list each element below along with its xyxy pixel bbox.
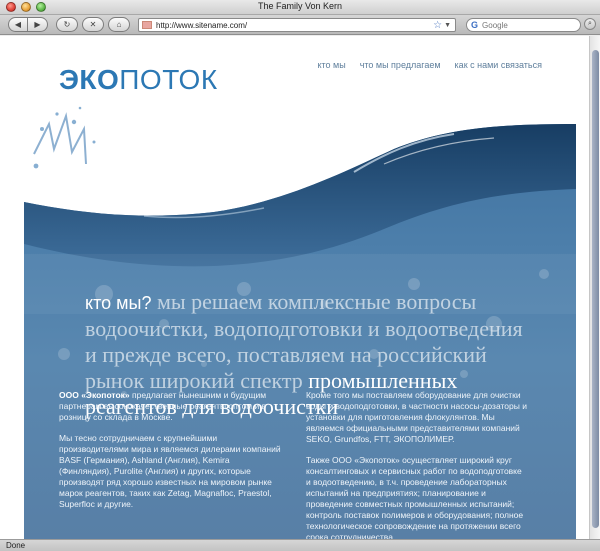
magnifier-icon: ⌕	[588, 20, 592, 27]
address-bar[interactable]: http://www.sitename.com/ ☆ ▼	[138, 18, 456, 32]
search-placeholder[interactable]: Google	[482, 21, 508, 30]
nav-link-offer[interactable]: что мы предлагаем	[360, 60, 441, 70]
search-engine-icon[interactable]: G	[471, 20, 478, 30]
right-paragraph-2: Также ООО «Экопоток» осуществляет широки…	[306, 455, 524, 539]
home-button[interactable]: ⌂	[108, 17, 130, 32]
content-column-right: Кроме того мы поставляем оборудование дл…	[306, 390, 528, 539]
stop-button[interactable]: ✕	[82, 17, 104, 32]
back-button[interactable]: ◀	[8, 17, 28, 32]
forward-button[interactable]: ▶	[28, 17, 48, 32]
status-bar: Done	[0, 539, 600, 551]
browser-toolbar: ◀ ▶ ↻ ✕ ⌂ http://www.sitename.com/ ☆ ▼ G…	[0, 15, 600, 35]
stop-icon: ✕	[89, 20, 97, 29]
reload-icon: ↻	[63, 20, 71, 29]
left-paragraph-2: Мы тесно сотрудничаем с крупнейшими прои…	[59, 433, 281, 509]
url-text[interactable]: http://www.sitename.com/	[156, 21, 433, 30]
right-paragraph-1: Кроме того мы поставляем оборудование дл…	[306, 390, 527, 444]
content-column-left: ООО «Экопоток» предлагает нынешним и буд…	[59, 390, 281, 520]
vertical-scrollbar[interactable]	[589, 36, 600, 539]
nav-link-about[interactable]: кто мы	[317, 60, 345, 70]
bookmark-star-icon[interactable]: ☆	[433, 20, 442, 31]
top-navigation: кто мы что мы предлагаем как с нами связ…	[317, 60, 542, 70]
nav-link-contact[interactable]: как с нами связаться	[455, 60, 542, 70]
logo-eko: ЭКО	[59, 64, 120, 95]
search-go-button[interactable]: ⌕	[584, 18, 596, 30]
back-arrow-icon: ◀	[14, 20, 22, 29]
site-logo[interactable]: ЭКОПОТОК	[59, 64, 218, 96]
page-viewport: ЭКОПОТОК кто мы что мы предлагаем как с …	[0, 36, 600, 539]
site-favicon-icon	[142, 21, 152, 29]
forward-arrow-icon: ▶	[34, 20, 41, 29]
window-title: The Family Von Kern	[257, 1, 343, 11]
logo-potok: ПОТОК	[119, 64, 218, 95]
status-text: Done	[6, 541, 26, 550]
home-icon: ⌂	[116, 20, 122, 29]
history-dropdown-icon[interactable]: ▼	[444, 22, 451, 29]
left-paragraph-1: ООО «Экопоток» предлагает нынешним и буд…	[59, 390, 281, 423]
title-bar: The Family Von Kern	[0, 0, 600, 15]
reload-button[interactable]: ↻	[56, 17, 78, 32]
headline-lead: кто мы?	[85, 293, 152, 313]
company-name: ООО «Экопоток»	[59, 390, 130, 400]
search-field[interactable]: G Google	[466, 18, 581, 32]
scrollbar-thumb[interactable]	[592, 50, 599, 528]
back-forward-group: ◀ ▶	[8, 17, 48, 32]
